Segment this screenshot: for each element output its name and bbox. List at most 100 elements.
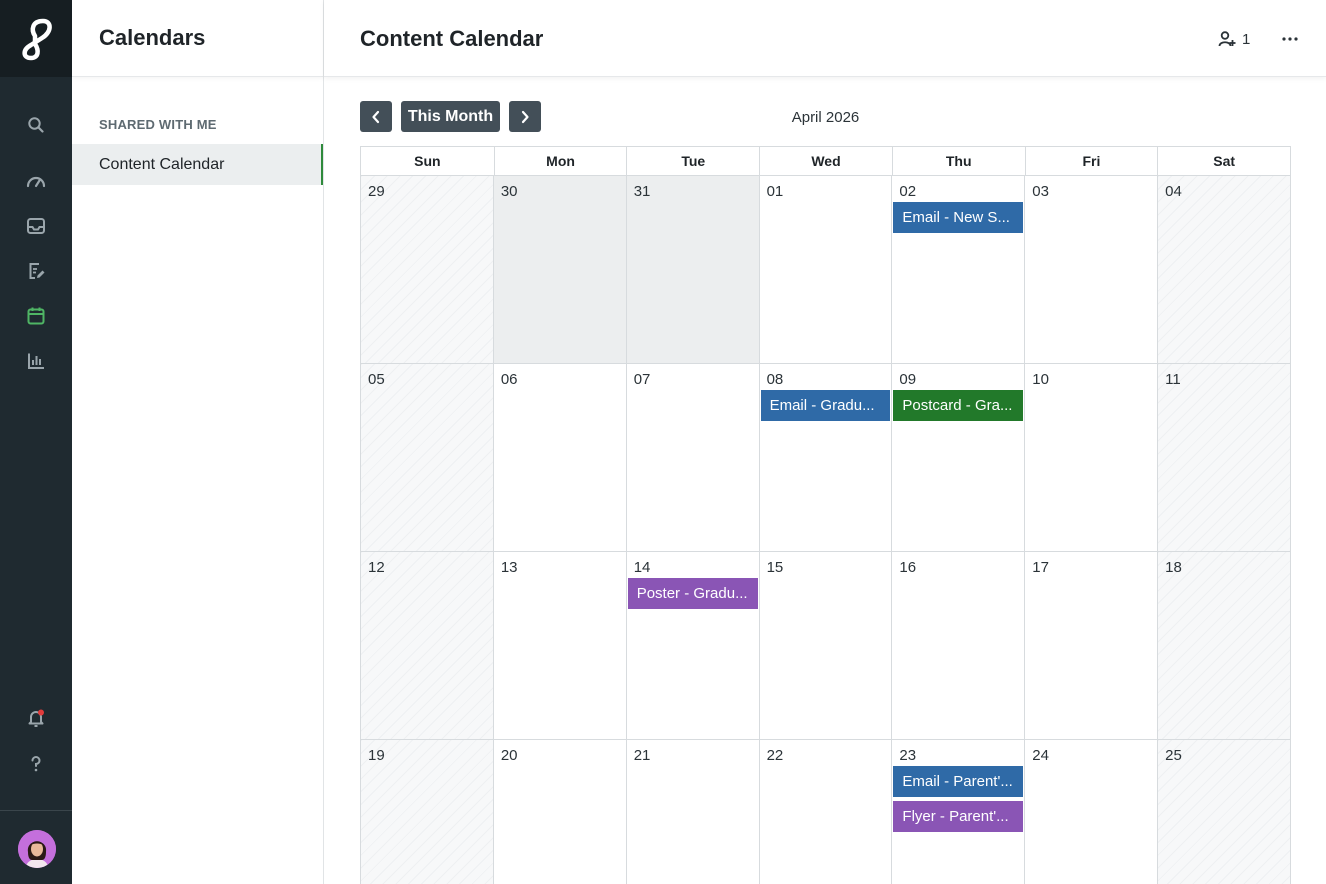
calendar-day-cell[interactable]: 01: [759, 176, 893, 364]
calendar-day-cell[interactable]: 25: [1158, 740, 1291, 884]
share-members-button[interactable]: 1: [1218, 28, 1250, 50]
notification-bell-icon[interactable]: [24, 706, 48, 730]
calendar-icon[interactable]: [24, 304, 48, 328]
day-number: 12: [368, 559, 385, 576]
calendar-day-cell[interactable]: 06: [493, 364, 627, 552]
day-number: 19: [368, 747, 385, 764]
sidebar-title: Calendars: [99, 25, 206, 50]
calendar-day-cell[interactable]: 30: [493, 176, 627, 364]
calendar-day-cell[interactable]: 02 Email - New S...: [892, 176, 1026, 364]
sidebar-header: Calendars: [72, 0, 323, 77]
day-number: 18: [1165, 559, 1182, 576]
calendar-days-grid: 29 30 31 01 02 Email - New S... 03 04 05 06 07 08 Em…: [360, 175, 1291, 884]
calendar-day-cell[interactable]: 13: [493, 552, 627, 740]
day-number: 15: [766, 559, 784, 576]
more-horizontal-icon: [1282, 37, 1298, 41]
rail-divider: [0, 810, 72, 811]
calendar-event[interactable]: Email - Gradu...: [760, 390, 891, 421]
calendar-day-cell[interactable]: 16: [892, 552, 1026, 740]
month-calendar: Sun Mon Tue Wed Thu Fri Sat 29 30 31 01 02 Em…: [360, 146, 1291, 884]
day-number: 10: [1032, 371, 1049, 388]
user-add-icon: [1218, 31, 1236, 47]
calendar-day-cell[interactable]: 05: [361, 364, 494, 552]
weekday-header: Sun Mon Tue Wed Thu Fri Sat: [360, 146, 1291, 175]
day-number: 24: [1032, 747, 1049, 764]
calendar-day-cell[interactable]: 10: [1025, 364, 1159, 552]
calendar-day-cell[interactable]: 07: [626, 364, 760, 552]
chevron-left-icon: [372, 110, 380, 123]
day-number: 17: [1032, 559, 1049, 576]
calendar-day-cell[interactable]: 31: [626, 176, 760, 364]
help-icon[interactable]: [24, 752, 48, 776]
sidebar-item-content-calendar[interactable]: Content Calendar: [72, 144, 323, 185]
chevron-right-icon: [521, 110, 529, 123]
edit-document-icon[interactable]: [24, 259, 48, 283]
main-header: Content Calendar 1: [324, 0, 1326, 77]
calendar-day-cell[interactable]: 22: [759, 740, 893, 884]
day-number: 03: [1032, 183, 1049, 200]
calendar-event[interactable]: Postcard - Gra...: [893, 390, 1024, 421]
calendar-day-cell[interactable]: 03: [1025, 176, 1159, 364]
share-count: 1: [1242, 30, 1251, 48]
calendar-day-cell[interactable]: 04: [1158, 176, 1291, 364]
calendar-day-cell[interactable]: 14 Poster - Gradu...: [626, 552, 760, 740]
day-number: 20: [500, 747, 518, 764]
calendar-event[interactable]: Poster - Gradu...: [627, 578, 758, 609]
day-number: 14: [633, 559, 651, 576]
calendar-day-cell[interactable]: 15: [759, 552, 893, 740]
day-number: 07: [633, 371, 651, 388]
day-number: 30: [500, 183, 518, 200]
calendar-day-cell[interactable]: 20: [493, 740, 627, 884]
search-icon[interactable]: [24, 113, 48, 137]
next-month-button[interactable]: [509, 101, 541, 132]
day-number: 16: [899, 559, 917, 576]
weekday-wed: Wed: [759, 147, 892, 175]
day-number: 13: [500, 559, 518, 576]
day-number: 11: [1165, 371, 1181, 388]
calendar-day-cell[interactable]: 08 Email - Gradu...: [759, 364, 893, 552]
day-number: 22: [766, 747, 784, 764]
previous-month-button[interactable]: [360, 101, 392, 132]
weekday-sat: Sat: [1157, 147, 1290, 175]
calendar-event[interactable]: Email - New S...: [893, 202, 1024, 233]
calendar-event[interactable]: Email - Parent'...: [893, 766, 1024, 797]
calendar-day-cell[interactable]: 11: [1158, 364, 1291, 552]
weekday-sun: Sun: [414, 153, 441, 169]
calendar-day-cell[interactable]: 29: [361, 176, 494, 364]
calendar-day-cell[interactable]: 09 Postcard - Gra...: [892, 364, 1026, 552]
calendar-day-cell[interactable]: 12: [361, 552, 494, 740]
day-number: 09: [899, 371, 917, 388]
calendar-day-cell[interactable]: 23 Email - Parent'... Flyer - Parent'...: [892, 740, 1026, 884]
this-month-button[interactable]: This Month: [401, 101, 500, 132]
day-number: 08: [766, 371, 784, 388]
calendar-event[interactable]: Flyer - Parent'...: [893, 801, 1024, 832]
sidebar-item-label: Content Calendar: [99, 155, 225, 173]
day-number: 21: [633, 747, 651, 764]
weekday-tue: Tue: [626, 147, 759, 175]
calendar-day-cell[interactable]: 24: [1025, 740, 1159, 884]
app-rail: [0, 0, 72, 884]
day-number: 31: [633, 183, 651, 200]
calendar-day-cell[interactable]: 21: [626, 740, 760, 884]
inbox-icon[interactable]: [24, 214, 48, 238]
logo-icon: [22, 18, 52, 60]
day-number: 04: [1165, 183, 1182, 200]
day-number: 06: [500, 371, 518, 388]
day-number: 25: [1165, 747, 1182, 764]
avatar[interactable]: [18, 830, 56, 868]
weekday-fri: Fri: [1024, 147, 1158, 175]
bar-chart-icon[interactable]: [24, 349, 48, 373]
calendars-sidebar: Calendars SHARED WITH ME Content Calenda…: [72, 0, 324, 884]
sidebar-section-label: SHARED WITH ME: [99, 117, 217, 132]
more-options-button[interactable]: [1280, 28, 1300, 50]
day-number: 02: [899, 183, 917, 200]
app-logo[interactable]: [0, 0, 72, 77]
day-number: 01: [766, 183, 784, 200]
calendar-day-cell[interactable]: 18: [1158, 552, 1291, 740]
weekday-thu: Thu: [891, 147, 1025, 175]
calendar-day-cell[interactable]: 19: [361, 740, 494, 884]
calendar-day-cell[interactable]: 17: [1025, 552, 1159, 740]
page-title: Content Calendar: [360, 26, 544, 51]
day-number: 23: [899, 747, 917, 764]
dashboard-gauge-icon[interactable]: [24, 169, 48, 193]
